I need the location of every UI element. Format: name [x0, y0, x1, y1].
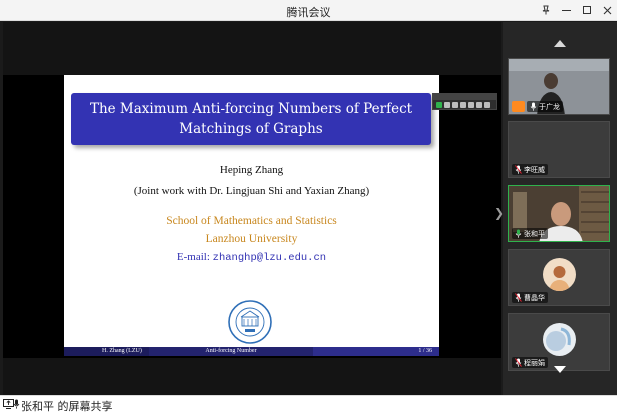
slide-footer: H. Zhang (LZU) Anti-forcing Number 1 / 3… — [64, 347, 439, 356]
microphone-active-icon — [515, 229, 522, 238]
avatar — [543, 323, 576, 356]
slide-school: School of Mathematics and Statistics — [166, 215, 337, 227]
email-address: zhanghp@lzu.edu.cn — [212, 252, 327, 264]
avatar — [543, 258, 576, 291]
participant-tile-speaking[interactable]: 张和平 — [508, 185, 610, 242]
participant-name-label: 张和平 — [512, 228, 548, 239]
footer-author: H. Zhang (LZU) — [64, 347, 149, 356]
email-label: E-mail: — [176, 251, 213, 263]
more-icon[interactable] — [484, 102, 490, 108]
footer-page-number: 1 / 36 — [313, 347, 439, 356]
slide-title-line-2: Matchings of Graphs — [179, 121, 323, 137]
slide-title-box: The Maximum Anti-forcing Numbers of Perf… — [71, 93, 431, 145]
slide-university: Lanzhou University — [205, 233, 298, 245]
footer-talk-title: Anti-forcing Number — [149, 347, 313, 356]
university-seal-icon — [228, 300, 272, 344]
pin-icon[interactable] — [538, 3, 554, 17]
participant-tile[interactable]: 曹晶华 — [508, 249, 610, 306]
maximize-icon — [583, 6, 591, 14]
microphone-icon — [530, 102, 537, 111]
participant-name-label: 于广龙 — [527, 101, 563, 112]
scroll-down-arrow-icon[interactable] — [554, 366, 566, 373]
participant-name-label: 李旺威 — [512, 164, 548, 175]
slide-author: Heping Zhang — [219, 164, 284, 176]
screen-share-status-text: 张和平 的屏幕共享 — [21, 400, 113, 412]
presentation-slide: The Maximum Anti-forcing Numbers of Perf… — [64, 75, 439, 356]
minimize-icon — [561, 9, 571, 11]
participant-tile[interactable]: 程丽娟 — [508, 313, 610, 371]
avatar-image-icon — [543, 258, 576, 291]
microphone-icon — [515, 165, 522, 174]
maximize-button[interactable] — [579, 3, 595, 17]
slide-coauthors: (Joint work with Dr. Lingjuan Shi and Ya… — [133, 185, 370, 197]
close-icon — [603, 6, 611, 14]
minimize-button[interactable] — [558, 3, 574, 17]
floating-meeting-toolbar[interactable] — [432, 93, 497, 110]
slide-title-line-1: The Maximum Anti-forcing Numbers of Perf… — [89, 101, 413, 117]
mic-toggle-icon[interactable] — [436, 102, 442, 108]
toolbar-drag-handle[interactable] — [433, 94, 496, 100]
participant-tile[interactable]: 李旺威 — [508, 121, 610, 178]
shared-screen-bottom-strip — [3, 358, 501, 395]
members-icon[interactable] — [460, 102, 466, 108]
chat-icon[interactable] — [452, 102, 458, 108]
settings-icon[interactable] — [476, 102, 482, 108]
scroll-up-arrow-icon[interactable] — [554, 40, 566, 47]
video-toggle-icon[interactable] — [444, 102, 450, 108]
host-badge-icon — [512, 101, 525, 112]
close-button[interactable] — [599, 3, 615, 17]
microphone-icon — [13, 399, 20, 409]
shared-screen-top-strip — [3, 22, 501, 75]
participant-name-label: 曹晶华 — [512, 292, 548, 303]
screen-share-status-bar: 张和平 的屏幕共享 — [0, 395, 617, 412]
participant-name-label: 程丽娟 — [512, 357, 548, 368]
participant-tile[interactable]: 于广龙 — [508, 58, 610, 115]
annotate-icon[interactable] — [468, 102, 474, 108]
title-bar: 腾讯会议 — [0, 0, 617, 21]
microphone-icon — [515, 293, 522, 302]
slide-email: E-mail: zhanghp@lzu.edu.cn — [64, 251, 439, 264]
avatar-image-icon — [543, 323, 576, 356]
microphone-icon — [515, 358, 522, 367]
tencent-meeting-window: 腾讯会议 ❯ The Maximum Anti-forcing Numbers … — [0, 0, 617, 412]
window-title: 腾讯会议 — [286, 7, 331, 19]
